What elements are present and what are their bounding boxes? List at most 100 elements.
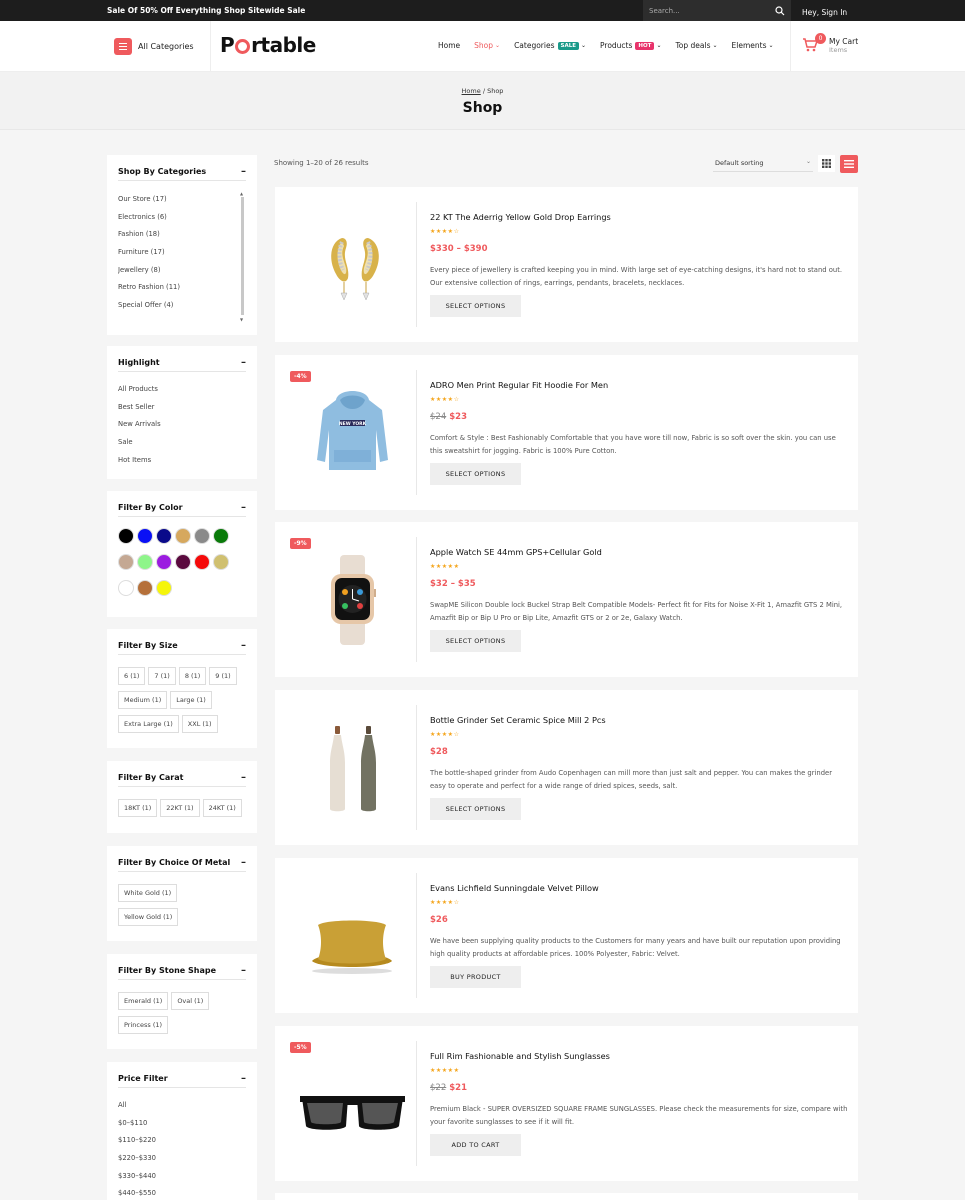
price-item[interactable]: $330–$440 <box>118 1172 156 1190</box>
search-input[interactable] <box>649 4 769 17</box>
size-chip[interactable]: Large (1) <box>170 691 212 709</box>
size-chip[interactable]: Medium (1) <box>118 691 168 709</box>
sorting-select[interactable]: Default sorting ⌄ <box>713 155 813 172</box>
widget-categories: Shop By Categories – Our Store (17) Elect… <box>107 155 257 335</box>
product-name[interactable]: Evans Lichfield Sunningdale Velvet Pillo… <box>430 883 599 893</box>
carat-chip[interactable]: 22KT (1) <box>160 799 200 817</box>
color-swatch[interactable] <box>137 580 153 596</box>
color-swatch[interactable] <box>194 528 210 544</box>
nav-top-deals[interactable]: Top deals ⌄ <box>675 41 717 50</box>
collapse-icon[interactable]: – <box>241 1073 246 1084</box>
product-image[interactable]: NEW YORK <box>290 370 415 495</box>
metal-chip[interactable]: Yellow Gold (1) <box>118 908 179 926</box>
color-swatch[interactable] <box>118 580 134 596</box>
size-chip[interactable]: 6 (1) <box>118 667 146 685</box>
category-item[interactable]: Our Store (17) <box>118 195 180 213</box>
logo-ring-icon <box>235 38 251 54</box>
collapse-icon[interactable]: – <box>241 857 246 868</box>
pillow-image <box>312 920 392 974</box>
product-name[interactable]: Apple Watch SE 44mm GPS+Cellular Gold <box>430 547 602 557</box>
highlight-item[interactable]: Best Seller <box>118 403 161 421</box>
stone-chip[interactable]: Princess (1) <box>118 1016 169 1034</box>
category-item[interactable]: Electronics (6) <box>118 213 180 231</box>
highlight-item[interactable]: New Arrivals <box>118 420 161 438</box>
price-item[interactable]: $440–$550 <box>118 1189 156 1200</box>
product-image[interactable] <box>290 705 415 830</box>
chevron-down-icon: ⌄ <box>495 42 501 49</box>
all-categories-button[interactable]: All Categories <box>114 38 194 55</box>
color-swatch[interactable] <box>156 580 172 596</box>
product-name[interactable]: Bottle Grinder Set Ceramic Spice Mill 2 … <box>430 715 606 725</box>
breadcrumb-home[interactable]: Home <box>462 87 481 95</box>
category-item[interactable]: Retro Fashion (11) <box>118 283 180 301</box>
select-options-button[interactable]: SELECT OPTIONS <box>430 630 521 652</box>
product-image[interactable] <box>290 202 415 327</box>
metal-chip[interactable]: White Gold (1) <box>118 884 178 902</box>
carat-chip[interactable]: 18KT (1) <box>118 799 158 817</box>
product-name[interactable]: 22 KT The Aderrig Yellow Gold Drop Earri… <box>430 212 611 222</box>
color-swatch[interactable] <box>213 528 229 544</box>
list-view-button[interactable] <box>840 155 858 173</box>
select-options-button[interactable]: SELECT OPTIONS <box>430 798 521 820</box>
highlight-item[interactable]: Sale <box>118 438 161 456</box>
buy-product-button[interactable]: BUY PRODUCT <box>430 966 521 988</box>
size-chip[interactable]: 8 (1) <box>178 667 207 685</box>
color-swatch[interactable] <box>213 554 229 570</box>
collapse-icon[interactable]: – <box>241 502 246 513</box>
product-name[interactable]: Full Rim Fashionable and Stylish Sunglas… <box>430 1051 610 1061</box>
color-swatch[interactable] <box>137 528 153 544</box>
grid-view-button[interactable] <box>818 155 835 172</box>
price-item[interactable]: All <box>118 1101 156 1119</box>
color-swatch[interactable] <box>118 554 134 570</box>
color-swatch[interactable] <box>175 554 191 570</box>
product-price: $330 – $390 <box>430 244 487 254</box>
collapse-icon[interactable]: – <box>241 772 246 783</box>
color-swatch[interactable] <box>118 528 134 544</box>
widget-title: Filter By Carat <box>118 773 184 782</box>
cart-button[interactable]: 0 My Cart Items <box>802 33 862 59</box>
size-chip[interactable]: XXL (1) <box>181 715 218 733</box>
size-chip[interactable]: Extra Large (1) <box>118 715 179 733</box>
nav-elements[interactable]: Elements ⌄ <box>732 41 774 50</box>
nav-home[interactable]: Home <box>438 41 460 50</box>
select-options-button[interactable]: SELECT OPTIONS <box>430 463 521 485</box>
category-item[interactable]: Furniture (17) <box>118 248 180 266</box>
category-item[interactable]: Fashion (18) <box>118 230 180 248</box>
add-to-cart-button[interactable]: ADD TO CART <box>430 1134 521 1156</box>
star-filled-icon: ★ <box>453 1067 460 1074</box>
category-scrollbar[interactable]: ▲ ▼ <box>240 191 245 323</box>
color-swatch[interactable] <box>156 528 172 544</box>
collapse-icon[interactable]: – <box>241 640 246 651</box>
stone-chip[interactable]: Emerald (1) <box>118 992 169 1010</box>
category-item[interactable]: Jewellery (8) <box>118 266 180 284</box>
price-item[interactable]: $220–$330 <box>118 1154 156 1172</box>
price-item[interactable]: $0–$110 <box>118 1119 156 1137</box>
product-image[interactable] <box>290 873 415 998</box>
select-options-button[interactable]: SELECT OPTIONS <box>430 295 521 317</box>
nav-shop[interactable]: Shop ⌄ <box>474 41 500 50</box>
color-swatch[interactable] <box>175 528 191 544</box>
price-item[interactable]: $110–$220 <box>118 1136 156 1154</box>
size-chip[interactable]: 9 (1) <box>209 667 237 685</box>
carat-chip[interactable]: 24KT (1) <box>202 799 242 817</box>
product-image[interactable] <box>290 537 415 662</box>
stone-chip[interactable]: Oval (1) <box>171 992 210 1010</box>
sign-in-link[interactable]: Hey, Sign In <box>802 8 847 17</box>
collapse-icon[interactable]: – <box>241 965 246 976</box>
product-image[interactable] <box>290 1041 415 1166</box>
color-swatch[interactable] <box>137 554 153 570</box>
site-logo[interactable]: Prtable <box>220 33 316 57</box>
collapse-icon[interactable]: – <box>241 166 246 177</box>
size-chip[interactable]: 7 (1) <box>148 667 176 685</box>
color-swatch[interactable] <box>194 554 210 570</box>
category-item[interactable]: Special Offer (4) <box>118 301 180 319</box>
nav-products[interactable]: Products HOT ⌄ <box>600 41 661 50</box>
nav-categories[interactable]: Categories SALE ⌄ <box>514 41 586 50</box>
color-swatch[interactable] <box>156 554 172 570</box>
price-current: $21 <box>449 1083 467 1093</box>
highlight-item[interactable]: Hot Items <box>118 456 161 474</box>
search-button[interactable] <box>773 4 787 17</box>
collapse-icon[interactable]: – <box>241 357 246 368</box>
product-name[interactable]: ADRO Men Print Regular Fit Hoodie For Me… <box>430 380 608 390</box>
highlight-item[interactable]: All Products <box>118 385 161 403</box>
